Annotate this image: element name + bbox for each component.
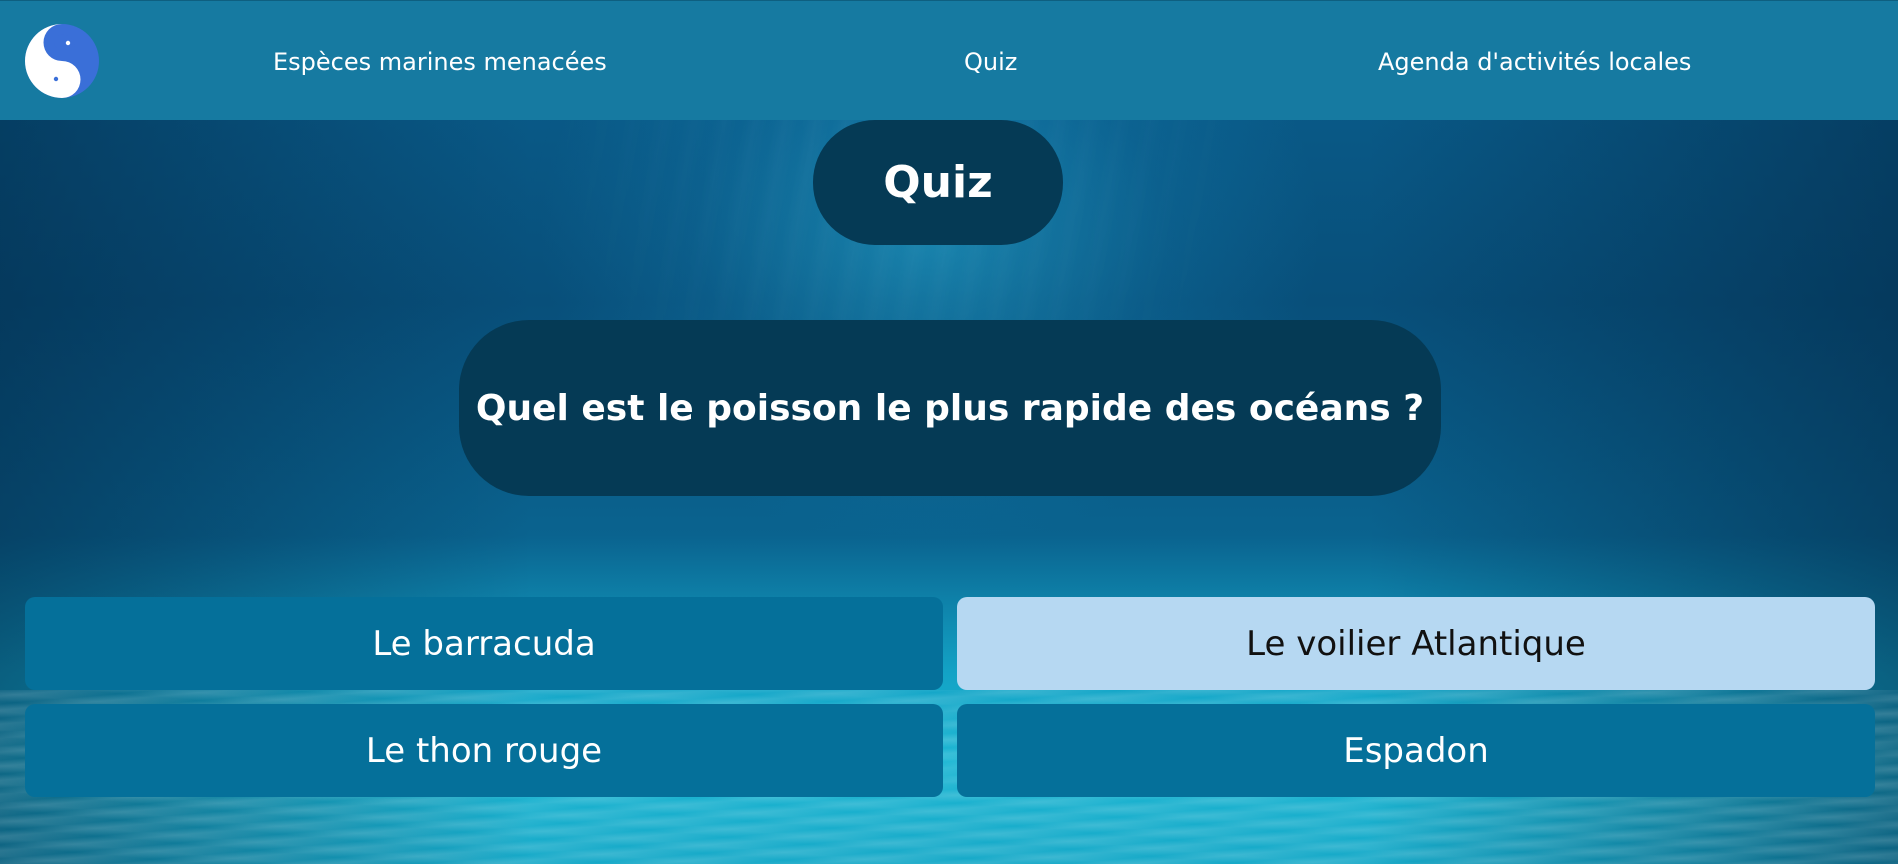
nav-link-quiz[interactable]: Quiz (964, 48, 1017, 76)
navbar: Espèces marines menacées Quiz Agenda d'a… (0, 0, 1898, 120)
nav-link-local-agenda[interactable]: Agenda d'activités locales (1378, 48, 1691, 76)
answer-button-barracuda[interactable]: Le barracuda (25, 597, 943, 690)
answer-button-bluefin-tuna[interactable]: Le thon rouge (25, 704, 943, 797)
dolphin-yin-yang-icon[interactable] (24, 23, 100, 99)
answer-button-sailfish[interactable]: Le voilier Atlantique (957, 597, 1875, 690)
nav-link-endangered-species[interactable]: Espèces marines menacées (273, 48, 607, 76)
question-text: Quel est le poisson le plus rapide des o… (475, 387, 1425, 429)
answer-button-swordfish[interactable]: Espadon (957, 704, 1875, 797)
question-panel: Quel est le poisson le plus rapide des o… (459, 320, 1441, 496)
quiz-title: Quiz (813, 120, 1063, 245)
